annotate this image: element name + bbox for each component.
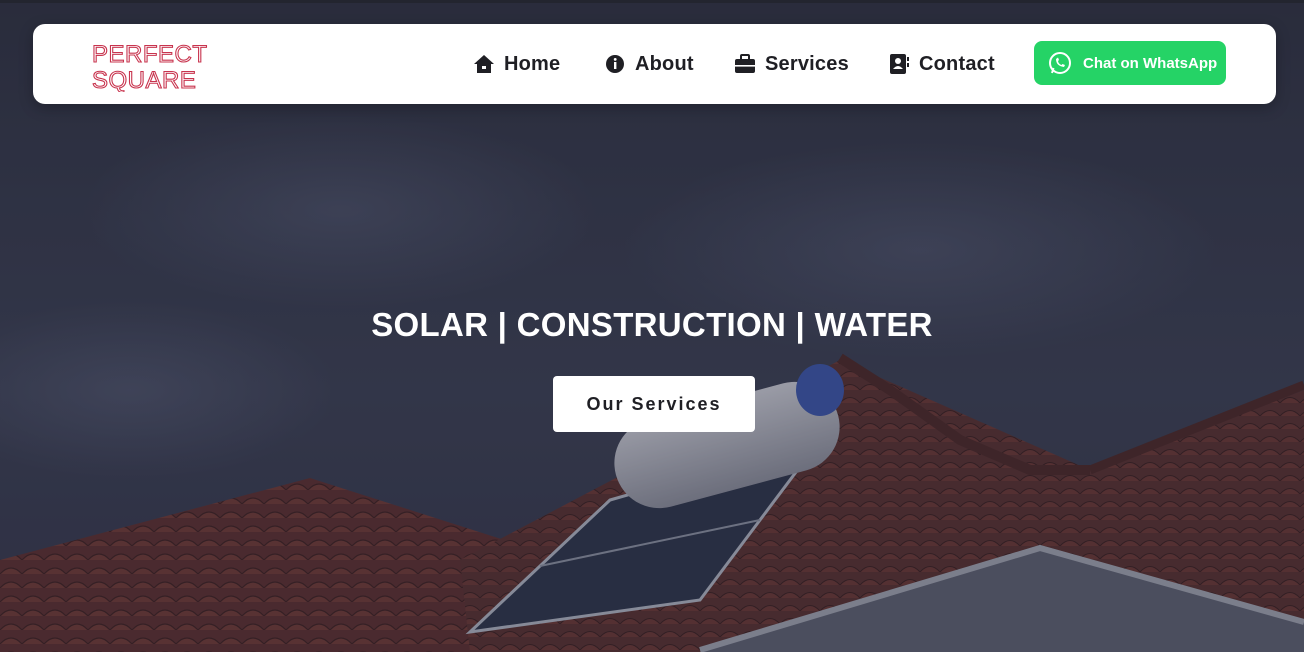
whatsapp-icon [1047, 50, 1073, 76]
chat-on-whatsapp-button[interactable]: Chat on WhatsApp [1034, 41, 1226, 85]
nav-label-about: About [635, 52, 694, 75]
nav-item-services[interactable]: Services [734, 51, 849, 77]
nav-item-contact[interactable]: Contact [888, 51, 995, 77]
logo-line-1: PERFECT [92, 41, 208, 68]
nav-item-about[interactable]: About [604, 51, 694, 77]
navbar: PERFECT SQUARE Home About Services Conta… [33, 24, 1276, 104]
whatsapp-button-label: Chat on WhatsApp [1083, 54, 1218, 72]
contact-book-icon [888, 53, 910, 75]
logo-line-2: SQUARE [92, 67, 196, 92]
nav-label-home: Home [504, 52, 561, 75]
nav-label-services: Services [765, 52, 849, 75]
our-services-button[interactable]: Our Services [553, 376, 755, 432]
nav-item-home[interactable]: Home [473, 51, 560, 77]
info-icon [604, 53, 626, 75]
home-icon [473, 53, 495, 75]
nav-label-contact: Contact [919, 52, 995, 75]
hero-headline: SOLAR | CONSTRUCTION | WATER [371, 306, 933, 343]
our-services-label: Our Services [586, 393, 722, 414]
briefcase-icon [734, 53, 756, 75]
logo[interactable]: PERFECT SQUARE [91, 40, 264, 94]
hero-section: PERFECT SQUARE Home About Services Conta… [0, 0, 1304, 652]
